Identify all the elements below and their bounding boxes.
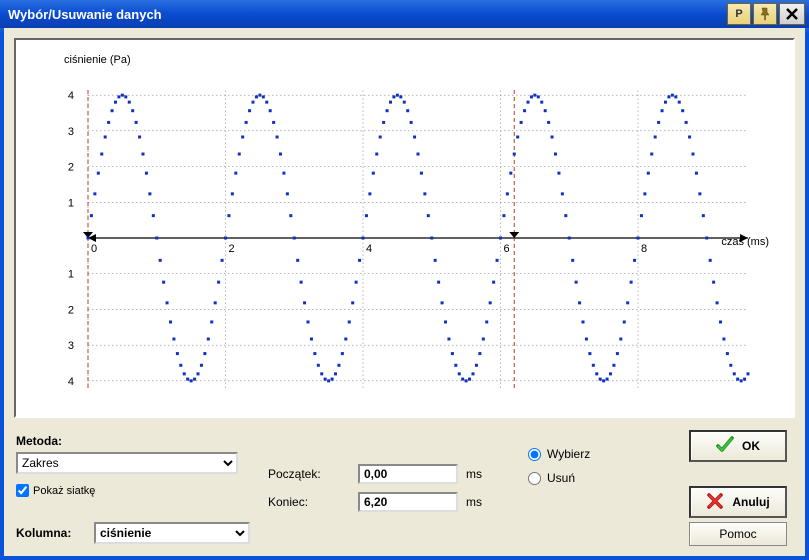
radio-wybierz[interactable] (528, 448, 541, 461)
svg-text:-1: -1 (68, 269, 74, 281)
controls-panel: Metoda: Zakres Pokaż siatkę Początek: ms… (16, 426, 793, 550)
svg-text:2: 2 (229, 243, 235, 255)
titlebar-p-button[interactable]: P (727, 3, 751, 25)
koniec-label: Koniec: (268, 495, 358, 509)
chart-ylabel: ciśnienie (Pa) (64, 54, 131, 66)
svg-text:8: 8 (641, 243, 647, 255)
svg-text:-4: -4 (68, 376, 74, 388)
show-grid-checkbox[interactable] (16, 484, 29, 497)
poczatek-unit: ms (466, 467, 482, 481)
kolumna-label: Kolumna: (16, 526, 71, 540)
radio-wybierz-row[interactable]: Wybierz (528, 442, 590, 466)
metoda-label: Metoda: (16, 434, 62, 448)
chart-panel: ciśnienie (Pa) czas (ms) 02468-4-3-2-112… (14, 38, 795, 418)
window-title: Wybór/Usuwanie danych (8, 7, 725, 22)
poczatek-input[interactable] (358, 464, 458, 484)
cancel-button[interactable]: Anuluj (689, 486, 787, 518)
radio-usun-label: Usuń (547, 471, 575, 485)
cross-icon (706, 492, 724, 513)
metoda-select[interactable]: Zakres (16, 452, 238, 474)
radio-usun-row[interactable]: Usuń (528, 466, 590, 490)
app-window: Wybór/Usuwanie danych P ciśnienie (Pa) c… (0, 0, 809, 560)
kolumna-select[interactable]: ciśnienie (94, 522, 250, 544)
chart-plot[interactable]: 0 2 4 6 8 -4 -3 -2 -1 1 2 3 4 (68, 68, 768, 408)
help-button[interactable]: Pomoc (689, 522, 787, 546)
svg-text:3: 3 (68, 126, 74, 138)
pin-icon (758, 7, 772, 21)
svg-text:-2: -2 (68, 304, 74, 316)
koniec-input[interactable] (358, 492, 458, 512)
svg-text:2: 2 (68, 162, 74, 174)
radio-usun[interactable] (528, 472, 541, 485)
range-grid: Początek: ms Koniec: ms (268, 460, 482, 516)
ok-button[interactable]: OK (689, 430, 787, 462)
svg-text:4: 4 (366, 243, 372, 255)
titlebar-pin-button[interactable] (753, 3, 777, 25)
kolumna-dropdown[interactable]: ciśnienie (94, 522, 250, 544)
mode-radio-group: Wybierz Usuń (528, 442, 590, 490)
help-button-label: Pomoc (719, 527, 756, 541)
svg-text:6: 6 (504, 243, 510, 255)
koniec-unit: ms (466, 495, 482, 509)
show-grid-label: Pokaż siatkę (33, 485, 95, 497)
ok-button-label: OK (742, 439, 760, 453)
checkmark-icon (716, 436, 734, 457)
close-icon (785, 7, 799, 21)
radio-wybierz-label: Wybierz (547, 447, 590, 461)
svg-text:-3: -3 (68, 340, 74, 352)
client-area: ciśnienie (Pa) czas (ms) 02468-4-3-2-112… (4, 28, 805, 556)
poczatek-label: Początek: (268, 467, 358, 481)
cancel-button-label: Anuluj (732, 495, 769, 509)
show-grid-checkbox-row[interactable]: Pokaż siatkę (16, 484, 95, 497)
titlebar-close-button[interactable] (779, 3, 805, 25)
svg-text:0: 0 (91, 243, 97, 255)
svg-text:4: 4 (68, 90, 74, 102)
svg-text:1: 1 (68, 197, 74, 209)
metoda-dropdown[interactable]: Zakres (16, 452, 238, 474)
button-column: OK Anuluj (689, 430, 787, 518)
titlebar: Wybór/Usuwanie danych P (0, 0, 809, 28)
